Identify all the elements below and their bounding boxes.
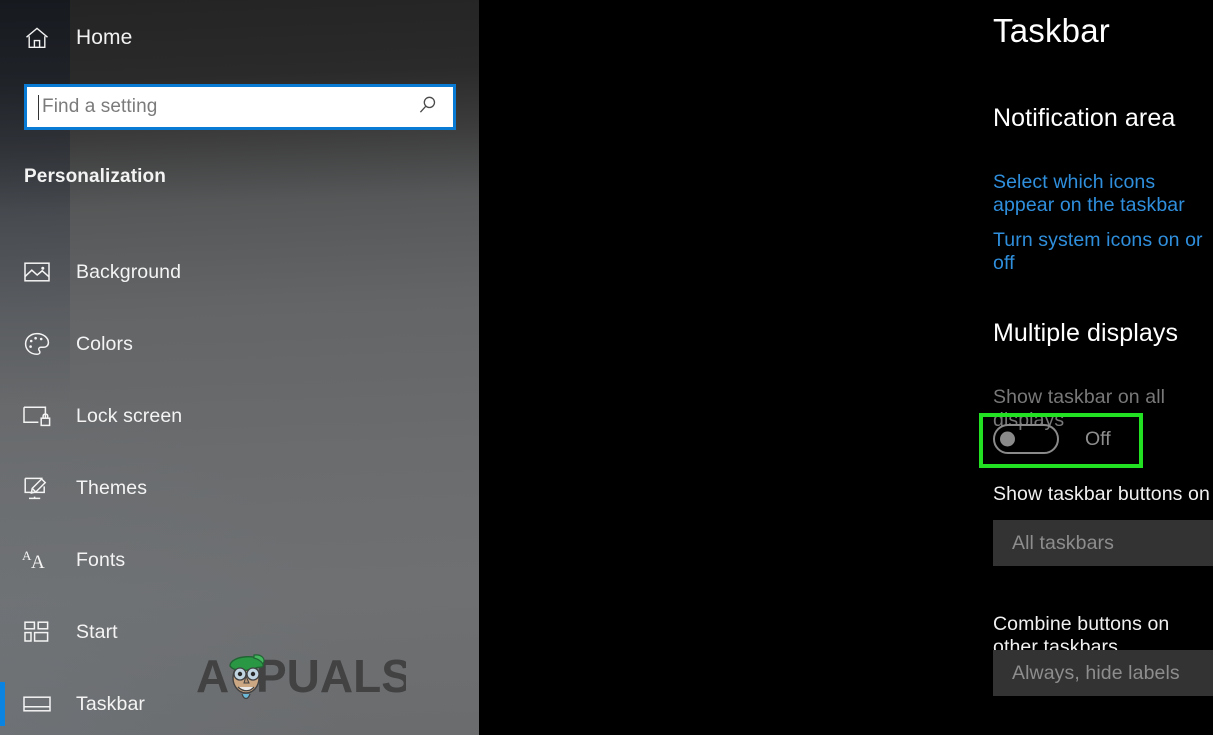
home-icon [22, 23, 52, 53]
multiple-displays-heading: Multiple displays [993, 319, 1179, 347]
sidebar-item-colors[interactable]: Colors [0, 308, 479, 380]
sidebar: Home Find a setting Personalization Back… [0, 0, 479, 735]
sidebar-home-button[interactable]: Home [22, 18, 132, 58]
settings-window: Home Find a setting Personalization Back… [0, 0, 1213, 735]
sidebar-home-label: Home [76, 26, 133, 49]
sidebar-item-label: Themes [76, 476, 148, 499]
sidebar-item-background[interactable]: Background [0, 236, 479, 308]
combine-buttons-dropdown[interactable]: Always, hide labels [993, 650, 1213, 696]
sidebar-nav-list: Background Colors Lock screen Themes A A… [0, 236, 479, 735]
sidebar-item-label: Start [76, 620, 118, 643]
show-taskbar-buttons-on-dropdown[interactable]: All taskbars [993, 520, 1213, 566]
toggle-state-label: Off [1085, 427, 1111, 450]
palette-icon [22, 329, 52, 359]
sidebar-item-label: Fonts [76, 548, 126, 571]
taskbar-icon [22, 689, 52, 719]
sidebar-item-start[interactable]: Start [0, 596, 479, 668]
show-taskbar-buttons-on-label: Show taskbar buttons on [993, 483, 1210, 505]
sidebar-item-themes[interactable]: Themes [0, 452, 479, 524]
search-icon[interactable] [417, 94, 453, 121]
lock-screen-icon [22, 401, 52, 431]
show-taskbar-all-displays-toggle-row: Off [993, 424, 1111, 454]
start-tiles-icon [22, 617, 52, 647]
page-title: Taskbar [993, 12, 1110, 49]
themes-brush-icon [22, 473, 52, 503]
link-select-icons-taskbar[interactable]: Select which icons appear on the taskbar [993, 171, 1213, 217]
picture-icon [22, 257, 52, 287]
sidebar-item-label: Colors [76, 332, 133, 355]
sidebar-item-label: Background [76, 260, 182, 283]
search-placeholder: Find a setting [42, 96, 158, 117]
svg-text:A: A [31, 552, 45, 572]
toggle-knob [1000, 431, 1015, 447]
fonts-aa-icon: A A [22, 545, 52, 575]
sidebar-item-lock-screen[interactable]: Lock screen [0, 380, 479, 452]
show-taskbar-all-displays-toggle[interactable] [993, 424, 1059, 454]
dropdown-value: Always, hide labels [1012, 661, 1180, 684]
link-turn-system-icons[interactable]: Turn system icons on or off [993, 229, 1213, 275]
sidebar-category-title: Personalization [24, 166, 166, 187]
sidebar-item-label: Lock screen [76, 404, 183, 427]
dropdown-value: All taskbars [1012, 531, 1114, 554]
sidebar-item-taskbar[interactable]: Taskbar [0, 668, 479, 735]
sidebar-item-label: Taskbar [76, 692, 145, 715]
notification-area-heading: Notification area [993, 104, 1176, 132]
main-content: Taskbar Notification area Select which i… [479, 0, 1213, 735]
sidebar-item-fonts[interactable]: A A Fonts [0, 524, 479, 596]
search-input[interactable]: Find a setting [24, 84, 456, 130]
